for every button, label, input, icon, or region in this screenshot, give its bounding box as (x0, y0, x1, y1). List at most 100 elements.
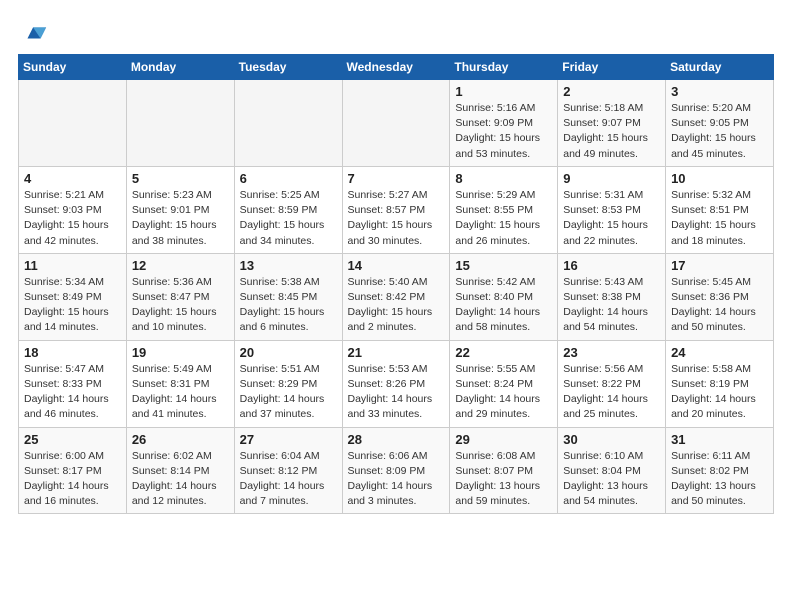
day-number: 26 (132, 432, 229, 447)
day-cell: 7 Sunrise: 5:27 AM Sunset: 8:57 PM Daylig… (342, 166, 450, 253)
day-cell: 23 Sunrise: 5:56 AM Sunset: 8:22 PM Dayli… (558, 340, 666, 427)
day-number: 7 (348, 171, 445, 186)
day-detail: Sunrise: 5:47 AM Sunset: 8:33 PM Dayligh… (24, 362, 121, 423)
day-cell: 15 Sunrise: 5:42 AM Sunset: 8:40 PM Dayli… (450, 253, 558, 340)
day-number: 5 (132, 171, 229, 186)
day-detail: Sunrise: 5:29 AM Sunset: 8:55 PM Dayligh… (455, 188, 552, 249)
day-cell: 16Sunrise: 5:43 AM Sunset: 8:38 PM Dayli… (558, 253, 666, 340)
day-detail: Sunrise: 6:11 AM Sunset: 8:02 PM Dayligh… (671, 449, 768, 510)
day-cell (342, 80, 450, 167)
day-cell: 9Sunrise: 5:31 AM Sunset: 8:53 PM Daylig… (558, 166, 666, 253)
day-detail: Sunrise: 5:45 AM Sunset: 8:36 PM Dayligh… (671, 275, 768, 336)
day-cell: 1 Sunrise: 5:16 AM Sunset: 9:09 PM Daylig… (450, 80, 558, 167)
day-detail: Sunrise: 5:49 AM Sunset: 8:31 PM Dayligh… (132, 362, 229, 423)
day-detail: Sunrise: 5:58 AM Sunset: 8:19 PM Dayligh… (671, 362, 768, 423)
day-cell: 20 Sunrise: 5:51 AM Sunset: 8:29 PM Dayli… (234, 340, 342, 427)
logo (18, 18, 48, 46)
day-number: 13 (240, 258, 337, 273)
day-number: 3 (671, 84, 768, 99)
logo-icon (20, 18, 48, 46)
day-cell: 21Sunrise: 5:53 AM Sunset: 8:26 PM Dayli… (342, 340, 450, 427)
day-detail: Sunrise: 5:56 AM Sunset: 8:22 PM Dayligh… (563, 362, 660, 423)
weekday-header-row: SundayMondayTuesdayWednesdayThursdayFrid… (19, 55, 774, 80)
day-number: 20 (240, 345, 337, 360)
day-number: 30 (563, 432, 660, 447)
day-cell: 3 Sunrise: 5:20 AM Sunset: 9:05 PM Daylig… (666, 80, 774, 167)
day-number: 12 (132, 258, 229, 273)
day-cell: 6 Sunrise: 5:25 AM Sunset: 8:59 PM Daylig… (234, 166, 342, 253)
day-cell: 17 Sunrise: 5:45 AM Sunset: 8:36 PM Dayli… (666, 253, 774, 340)
day-detail: Sunrise: 5:23 AM Sunset: 9:01 PM Dayligh… (132, 188, 229, 249)
header (18, 18, 774, 46)
day-number: 24 (671, 345, 768, 360)
day-cell: 13 Sunrise: 5:38 AM Sunset: 8:45 PM Dayli… (234, 253, 342, 340)
day-detail: Sunrise: 5:36 AM Sunset: 8:47 PM Dayligh… (132, 275, 229, 336)
day-cell: 29 Sunrise: 6:08 AM Sunset: 8:07 PM Dayli… (450, 427, 558, 514)
day-cell (19, 80, 127, 167)
day-number: 19 (132, 345, 229, 360)
day-number: 11 (24, 258, 121, 273)
day-detail: Sunrise: 5:31 AM Sunset: 8:53 PM Dayligh… (563, 188, 660, 249)
day-number: 21 (348, 345, 445, 360)
day-detail: Sunrise: 6:00 AM Sunset: 8:17 PM Dayligh… (24, 449, 121, 510)
day-cell: 8 Sunrise: 5:29 AM Sunset: 8:55 PM Daylig… (450, 166, 558, 253)
weekday-sunday: Sunday (19, 55, 127, 80)
day-detail: Sunrise: 5:27 AM Sunset: 8:57 PM Dayligh… (348, 188, 445, 249)
day-cell: 24 Sunrise: 5:58 AM Sunset: 8:19 PM Dayli… (666, 340, 774, 427)
week-row-2: 4Sunrise: 5:21 AM Sunset: 9:03 PM Daylig… (19, 166, 774, 253)
day-cell: 19 Sunrise: 5:49 AM Sunset: 8:31 PM Dayli… (126, 340, 234, 427)
weekday-monday: Monday (126, 55, 234, 80)
day-detail: Sunrise: 5:40 AM Sunset: 8:42 PM Dayligh… (348, 275, 445, 336)
day-detail: Sunrise: 5:16 AM Sunset: 9:09 PM Dayligh… (455, 101, 552, 162)
week-row-3: 11 Sunrise: 5:34 AM Sunset: 8:49 PM Dayli… (19, 253, 774, 340)
day-number: 14 (348, 258, 445, 273)
day-number: 2 (563, 84, 660, 99)
day-detail: Sunrise: 5:18 AM Sunset: 9:07 PM Dayligh… (563, 101, 660, 162)
day-detail: Sunrise: 5:42 AM Sunset: 8:40 PM Dayligh… (455, 275, 552, 336)
day-detail: Sunrise: 6:08 AM Sunset: 8:07 PM Dayligh… (455, 449, 552, 510)
day-number: 29 (455, 432, 552, 447)
day-detail: Sunrise: 5:20 AM Sunset: 9:05 PM Dayligh… (671, 101, 768, 162)
day-number: 8 (455, 171, 552, 186)
day-number: 27 (240, 432, 337, 447)
day-cell: 22Sunrise: 5:55 AM Sunset: 8:24 PM Dayli… (450, 340, 558, 427)
day-cell: 30 Sunrise: 6:10 AM Sunset: 8:04 PM Dayli… (558, 427, 666, 514)
day-detail: Sunrise: 5:34 AM Sunset: 8:49 PM Dayligh… (24, 275, 121, 336)
week-row-1: 1 Sunrise: 5:16 AM Sunset: 9:09 PM Daylig… (19, 80, 774, 167)
day-number: 15 (455, 258, 552, 273)
weekday-wednesday: Wednesday (342, 55, 450, 80)
weekday-thursday: Thursday (450, 55, 558, 80)
weekday-friday: Friday (558, 55, 666, 80)
day-detail: Sunrise: 6:02 AM Sunset: 8:14 PM Dayligh… (132, 449, 229, 510)
day-number: 4 (24, 171, 121, 186)
day-cell: 18Sunrise: 5:47 AM Sunset: 8:33 PM Dayli… (19, 340, 127, 427)
day-number: 17 (671, 258, 768, 273)
day-detail: Sunrise: 5:38 AM Sunset: 8:45 PM Dayligh… (240, 275, 337, 336)
day-detail: Sunrise: 5:51 AM Sunset: 8:29 PM Dayligh… (240, 362, 337, 423)
day-cell: 11 Sunrise: 5:34 AM Sunset: 8:49 PM Dayli… (19, 253, 127, 340)
day-number: 16 (563, 258, 660, 273)
day-number: 1 (455, 84, 552, 99)
day-number: 28 (348, 432, 445, 447)
day-number: 6 (240, 171, 337, 186)
day-cell: 10Sunrise: 5:32 AM Sunset: 8:51 PM Dayli… (666, 166, 774, 253)
day-detail: Sunrise: 6:10 AM Sunset: 8:04 PM Dayligh… (563, 449, 660, 510)
week-row-5: 25Sunrise: 6:00 AM Sunset: 8:17 PM Dayli… (19, 427, 774, 514)
day-number: 23 (563, 345, 660, 360)
day-cell: 4Sunrise: 5:21 AM Sunset: 9:03 PM Daylig… (19, 166, 127, 253)
day-detail: Sunrise: 5:32 AM Sunset: 8:51 PM Dayligh… (671, 188, 768, 249)
day-detail: Sunrise: 6:06 AM Sunset: 8:09 PM Dayligh… (348, 449, 445, 510)
day-cell: 2 Sunrise: 5:18 AM Sunset: 9:07 PM Daylig… (558, 80, 666, 167)
weekday-saturday: Saturday (666, 55, 774, 80)
weekday-tuesday: Tuesday (234, 55, 342, 80)
week-row-4: 18Sunrise: 5:47 AM Sunset: 8:33 PM Dayli… (19, 340, 774, 427)
day-cell: 28 Sunrise: 6:06 AM Sunset: 8:09 PM Dayli… (342, 427, 450, 514)
day-cell: 14 Sunrise: 5:40 AM Sunset: 8:42 PM Dayli… (342, 253, 450, 340)
day-cell: 5 Sunrise: 5:23 AM Sunset: 9:01 PM Daylig… (126, 166, 234, 253)
day-detail: Sunrise: 6:04 AM Sunset: 8:12 PM Dayligh… (240, 449, 337, 510)
day-cell: 26 Sunrise: 6:02 AM Sunset: 8:14 PM Dayli… (126, 427, 234, 514)
calendar-table: SundayMondayTuesdayWednesdayThursdayFrid… (18, 54, 774, 514)
day-cell: 27 Sunrise: 6:04 AM Sunset: 8:12 PM Dayli… (234, 427, 342, 514)
day-cell: 12 Sunrise: 5:36 AM Sunset: 8:47 PM Dayli… (126, 253, 234, 340)
day-detail: Sunrise: 5:25 AM Sunset: 8:59 PM Dayligh… (240, 188, 337, 249)
